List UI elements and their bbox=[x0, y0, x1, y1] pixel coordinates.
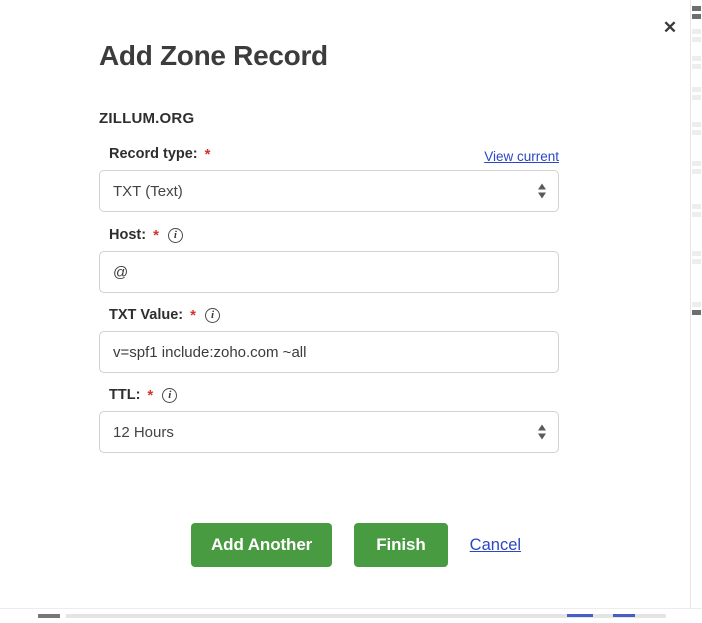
ttl-label-row: TTL: * i bbox=[109, 385, 559, 405]
ttl-label: TTL: bbox=[109, 387, 140, 403]
ttl-value: 12 Hours bbox=[113, 424, 174, 441]
field-txt-value: TXT Value: * i bbox=[99, 305, 559, 373]
chevron-updown-icon bbox=[538, 425, 546, 440]
info-icon[interactable]: i bbox=[162, 388, 177, 403]
add-another-button[interactable]: Add Another bbox=[191, 523, 332, 567]
field-record-type: Record type: * View current TXT (Text) bbox=[99, 144, 559, 212]
record-type-label: Record type: bbox=[109, 146, 198, 162]
view-current-link[interactable]: View current bbox=[484, 149, 559, 164]
cancel-link[interactable]: Cancel bbox=[470, 536, 521, 555]
host-label: Host: bbox=[109, 227, 146, 243]
required-asterisk: * bbox=[153, 228, 159, 243]
required-asterisk: * bbox=[205, 147, 211, 162]
close-icon[interactable]: ✕ bbox=[657, 14, 683, 40]
info-icon[interactable]: i bbox=[205, 308, 220, 323]
info-icon[interactable]: i bbox=[168, 228, 183, 243]
add-zone-record-modal: ✕ Add Zone Record ZILLUM.ORG Record type… bbox=[0, 0, 691, 609]
record-type-value: TXT (Text) bbox=[113, 183, 183, 200]
required-asterisk: * bbox=[190, 308, 196, 323]
txt-value-label-row: TXT Value: * i bbox=[109, 305, 559, 325]
modal-body: Add Zone Record ZILLUM.ORG Record type: … bbox=[0, 0, 691, 567]
record-type-select[interactable]: TXT (Text) bbox=[99, 170, 559, 212]
txt-value-input[interactable] bbox=[99, 331, 559, 373]
field-host: Host: * i bbox=[99, 225, 559, 293]
host-label-row: Host: * i bbox=[109, 225, 559, 245]
ttl-select[interactable]: 12 Hours bbox=[99, 411, 559, 453]
finish-button[interactable]: Finish bbox=[354, 523, 447, 567]
background-page-right-sliver bbox=[690, 0, 702, 623]
domain-name-label: ZILLUM.ORG bbox=[99, 110, 691, 127]
field-ttl: TTL: * i 12 Hours bbox=[99, 385, 559, 453]
required-asterisk: * bbox=[147, 388, 153, 403]
chevron-updown-icon bbox=[538, 184, 546, 199]
txt-value-label: TXT Value: bbox=[109, 307, 183, 323]
background-page-bottom-sliver bbox=[0, 608, 702, 623]
host-input[interactable] bbox=[99, 251, 559, 293]
page-title: Add Zone Record bbox=[99, 40, 691, 72]
modal-actions: Add Another Finish Cancel bbox=[191, 523, 691, 567]
